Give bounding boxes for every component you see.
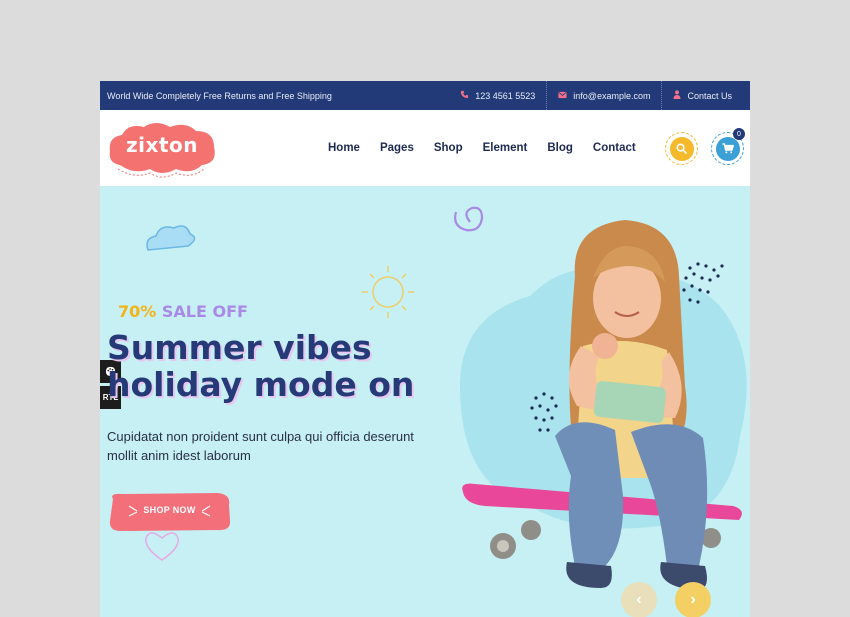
contact-link[interactable]: Contact Us — [661, 81, 743, 110]
site-header: zixton Home Pages Shop Element Blog Cont… — [100, 110, 750, 186]
nav-pages[interactable]: Pages — [370, 142, 424, 154]
email-address: info@example.com — [573, 90, 651, 101]
main-nav: Home Pages Shop Element Blog Contact — [318, 110, 646, 186]
phone-number: 123 4561 5523 — [475, 90, 536, 101]
cart-count-badge: 0 — [733, 128, 745, 140]
top-bar: World Wide Completely Free Returns and F… — [100, 81, 750, 110]
slider-prev-button[interactable]: ‹ — [621, 582, 657, 617]
shop-now-label: SHOP NOW — [143, 505, 196, 515]
hero-headline: Summer vibes holiday mode on — [107, 329, 414, 403]
cart-button[interactable]: 0 — [711, 128, 745, 165]
hero-girl-skateboard-image — [462, 220, 742, 590]
search-icon — [676, 143, 687, 154]
logo[interactable]: zixton — [106, 119, 218, 179]
nav-shop[interactable]: Shop — [424, 142, 473, 154]
logo-text: zixton — [126, 133, 198, 157]
search-button[interactable] — [665, 132, 698, 165]
hero-banner: RTL 70% SALE OFF Summer vibes holiday mo… — [100, 186, 750, 617]
nav-element[interactable]: Element — [473, 142, 538, 154]
nav-blog[interactable]: Blog — [537, 142, 583, 154]
phone-link[interactable]: 123 4561 5523 — [449, 81, 546, 110]
nav-contact[interactable]: Contact — [583, 142, 646, 154]
nav-home[interactable]: Home — [318, 142, 370, 154]
heart-doodle — [145, 532, 179, 561]
user-icon — [673, 90, 681, 101]
envelope-icon — [558, 91, 567, 101]
hero-description: Cupidatat non proident sunt culpa qui of… — [107, 429, 414, 463]
headline-line-2: holiday mode on — [107, 365, 415, 404]
contact-label: Contact Us — [687, 90, 732, 101]
chevron-right-icon: › — [690, 591, 696, 608]
shipping-promo-text: World Wide Completely Free Returns and F… — [107, 90, 332, 101]
phone-icon — [460, 90, 469, 101]
page-frame: World Wide Completely Free Returns and F… — [100, 81, 750, 617]
sale-text: SALE OFF — [161, 302, 248, 321]
cloud-doodle — [146, 225, 196, 251]
sun-doodle — [362, 266, 414, 318]
headline-line-1: Summer vibes — [107, 328, 372, 367]
shop-now-button[interactable]: SHOP NOW — [107, 491, 232, 533]
cart-icon — [722, 143, 734, 154]
email-link[interactable]: info@example.com — [546, 81, 661, 110]
sale-tagline: 70% SALE OFF — [118, 302, 248, 321]
chevron-left-icon: ‹ — [636, 591, 642, 608]
sale-percent: 70% — [118, 302, 157, 321]
slider-next-button[interactable]: › — [675, 582, 711, 617]
